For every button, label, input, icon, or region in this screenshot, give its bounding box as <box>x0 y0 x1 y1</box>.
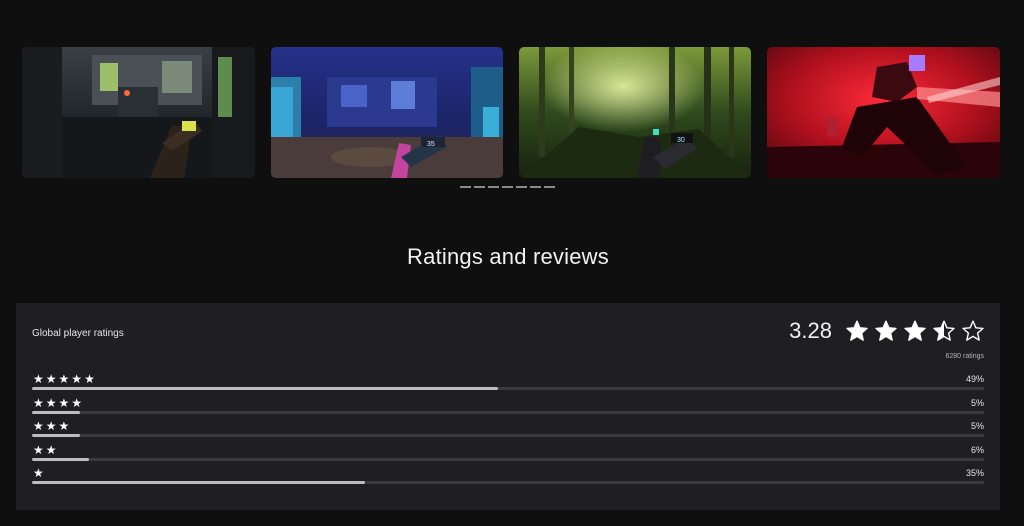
screenshot-3[interactable]: 30 <box>519 47 751 178</box>
row-bar-fill <box>32 481 366 484</box>
row-bar-track <box>32 434 984 437</box>
panel-label: Global player ratings <box>32 328 124 339</box>
star-icon: ★ <box>33 372 44 386</box>
rating-row: ★ ★ ★ 5% <box>32 419 984 443</box>
star-icon: ★ <box>58 372 70 386</box>
page: 35 30 Ratings and reviews Global player … <box>0 0 1024 526</box>
red-robot-scene <box>767 47 1000 178</box>
star-icon: ★ <box>45 372 57 386</box>
star-icon: ★ <box>45 419 57 433</box>
screenshot-1[interactable] <box>22 47 255 178</box>
row-bar-fill <box>32 457 90 461</box>
ammo-counter-2: 35 <box>427 141 435 148</box>
carousel-page-indicator[interactable] <box>460 186 471 188</box>
row-stars: ★ ★ ★ ★ ★ <box>33 373 95 385</box>
star-icon <box>845 319 869 343</box>
row-percent: 35% <box>965 468 984 478</box>
row-percent: 5% <box>970 397 984 408</box>
carousel-pager <box>460 186 555 188</box>
rating-count: 6280 ratings <box>945 353 984 360</box>
rating-row: ★ 35% <box>32 466 984 490</box>
row-bar-track <box>32 457 984 461</box>
rating-row: ★ ★ ★ ★ ★ 49% <box>32 372 984 396</box>
row-percent: 5% <box>970 421 984 431</box>
carousel-page-indicator[interactable] <box>544 186 555 188</box>
carousel-page-indicator[interactable] <box>530 186 541 188</box>
row-bar-track <box>32 387 984 390</box>
rating-row: ★ ★ ★ ★ 5% <box>32 396 984 420</box>
ratings-panel: Global player ratings 3.28 6280 ratings … <box>16 303 1000 510</box>
carousel-page-indicator[interactable] <box>474 186 485 188</box>
row-percent: 49% <box>965 374 984 384</box>
screenshot-carousel: 35 30 <box>22 47 1000 178</box>
star-icon: ★ <box>33 395 44 410</box>
rating-distribution: ★ ★ ★ ★ ★ 49% ★ ★ ★ ★ 5% ★ ★ ★ 5% ★ ★ 6% ★ 35% <box>32 372 984 490</box>
blue-laboratory-scene: 35 <box>271 47 503 178</box>
section-title: Ratings and reviews <box>407 244 609 269</box>
star-icon: ★ <box>33 419 44 433</box>
average-rating: 3.28 <box>789 318 832 343</box>
carousel-page-indicator[interactable] <box>488 186 499 188</box>
row-stars: ★ ★ ★ ★ <box>33 397 82 409</box>
star-icon: ★ <box>84 372 95 386</box>
star-icon <box>874 319 898 343</box>
carousel-page-indicator[interactable] <box>516 186 527 188</box>
row-stars: ★ ★ <box>33 444 57 456</box>
star-icon: ★ <box>58 419 70 433</box>
star-icon <box>932 319 956 343</box>
ammo-counter-3: 30 <box>677 137 685 144</box>
row-bar-fill <box>32 387 499 390</box>
rating-summary: 3.28 <box>789 318 985 344</box>
screenshot-2[interactable]: 35 <box>271 47 503 178</box>
star-icon: ★ <box>71 372 83 386</box>
row-bar-track <box>32 410 984 414</box>
star-icon: ★ <box>33 466 44 480</box>
star-icon <box>961 319 985 343</box>
star-icon: ★ <box>33 442 44 457</box>
star-icon <box>903 319 927 343</box>
row-bar-fill <box>32 410 80 414</box>
star-icon: ★ <box>71 395 83 410</box>
star-icon: ★ <box>45 395 57 410</box>
row-bar-fill <box>32 434 80 437</box>
green-forest-scene: 30 <box>519 47 751 178</box>
rating-row: ★ ★ 6% <box>32 443 984 467</box>
row-bar-track <box>32 481 984 484</box>
carousel-page-indicator[interactable] <box>502 186 513 188</box>
row-stars: ★ <box>33 467 44 479</box>
screenshot-4[interactable] <box>767 47 1000 178</box>
average-stars <box>840 319 985 343</box>
star-icon: ★ <box>58 395 70 410</box>
row-percent: 6% <box>970 444 984 455</box>
industrial-corridor-scene <box>22 47 255 178</box>
star-icon: ★ <box>45 442 57 457</box>
row-stars: ★ ★ ★ <box>33 420 69 432</box>
